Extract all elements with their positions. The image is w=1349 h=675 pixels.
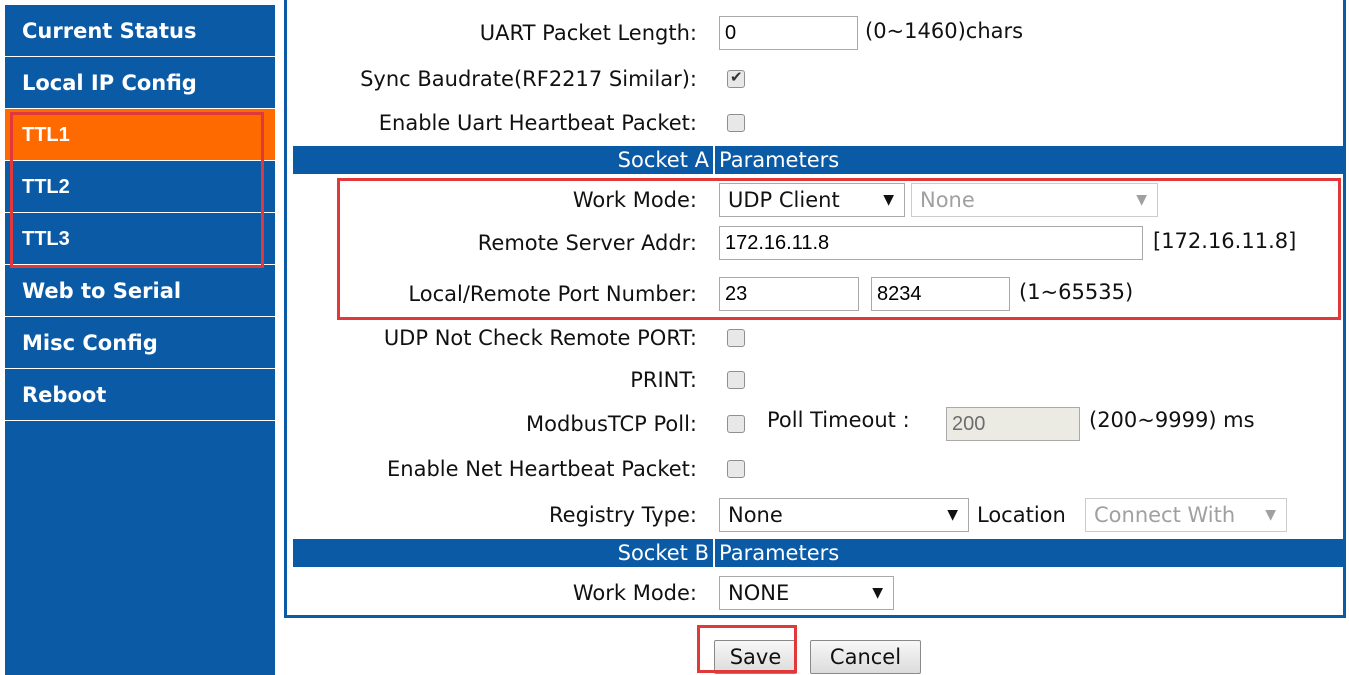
print-checkbox[interactable]	[727, 371, 745, 389]
uart-packet-length-label: UART Packet Length:	[479, 21, 697, 45]
port-number-label: Local/Remote Port Number:	[408, 282, 697, 306]
header-divider	[713, 146, 715, 174]
triangle-down-icon: ▼	[1265, 507, 1276, 523]
remote-server-current: [172.16.11.8]	[1153, 229, 1297, 253]
port-number-range: (1~65535)	[1019, 280, 1134, 304]
socket-a-work-mode-select[interactable]: UDP Client ▼	[719, 183, 905, 217]
socket-b-title: Socket B	[617, 541, 709, 565]
remote-server-row: Remote Server Addr: 172.16.11.8 [172.16.…	[287, 224, 1343, 262]
sidebar-item-current-status[interactable]: Current Status	[5, 5, 275, 57]
triangle-down-icon: ▼	[872, 585, 883, 601]
uart-packet-length-range: (0~1460)chars	[865, 19, 1024, 43]
uart-heartbeat-checkbox[interactable]	[727, 114, 745, 132]
location-select[interactable]: Connect With ▼	[1085, 498, 1287, 532]
socket-a-title: Socket A	[617, 148, 709, 172]
poll-timeout-range: (200~9999) ms	[1089, 408, 1255, 432]
net-heartbeat-row: Enable Net Heartbeat Packet:	[287, 450, 1343, 488]
triangle-down-icon: ▼	[1136, 192, 1147, 208]
uart-heartbeat-label: Enable Uart Heartbeat Packet:	[378, 111, 697, 135]
sidebar-item-ttl2[interactable]: TTL2	[5, 161, 275, 213]
sidebar-item-reboot[interactable]: Reboot	[5, 369, 275, 421]
local-port-input[interactable]: 23	[719, 277, 859, 311]
remote-port-input[interactable]: 8234	[871, 277, 1010, 311]
registry-type-row: Registry Type: None ▼ Location Connect W…	[287, 496, 1343, 534]
socket-a-secondary-value: None	[920, 188, 975, 212]
socket-b-work-mode-label: Work Mode:	[572, 581, 697, 605]
print-label: PRINT:	[630, 368, 697, 392]
socket-b-work-mode-select[interactable]: NONE ▼	[719, 576, 894, 610]
modbus-poll-label: ModbusTCP Poll:	[526, 412, 697, 436]
poll-timeout-label: Poll Timeout :	[767, 408, 910, 432]
triangle-down-icon: ▼	[947, 507, 958, 523]
registry-type-label: Registry Type:	[549, 503, 697, 527]
save-button[interactable]: Save	[714, 640, 797, 674]
socket-a-secondary-select[interactable]: None ▼	[911, 183, 1158, 217]
sync-baudrate-row: Sync Baudrate(RF2217 Similar):	[287, 60, 1343, 98]
sidebar-item-ttl1[interactable]: TTL1	[5, 109, 275, 161]
location-label: Location	[977, 503, 1066, 527]
udp-not-check-checkbox[interactable]	[727, 329, 745, 347]
uart-heartbeat-row: Enable Uart Heartbeat Packet:	[287, 104, 1343, 142]
sidebar-nav: Current Status Local IP Config TTL1 TTL2…	[5, 5, 275, 675]
net-heartbeat-label: Enable Net Heartbeat Packet:	[387, 457, 697, 481]
socket-b-work-mode-value: NONE	[728, 581, 790, 605]
socket-b-work-mode-row: Work Mode: NONE ▼	[287, 574, 1343, 612]
sidebar-item-local-ip-config[interactable]: Local IP Config	[5, 57, 275, 109]
sync-baudrate-checkbox[interactable]	[727, 68, 745, 88]
ttl-config-panel: UART Packet Length: 0 (0~1460)chars Sync…	[284, 0, 1346, 618]
registry-type-select[interactable]: None ▼	[719, 498, 969, 532]
port-number-row: Local/Remote Port Number: 23 8234 (1~655…	[287, 275, 1343, 313]
socket-b-parameters-label: Parameters	[719, 541, 840, 565]
socket-a-parameters-label: Parameters	[719, 148, 840, 172]
triangle-down-icon: ▼	[883, 192, 894, 208]
location-value: Connect With	[1094, 503, 1236, 527]
sidebar-item-misc-config[interactable]: Misc Config	[5, 317, 275, 369]
sidebar-item-web-to-serial[interactable]: Web to Serial	[5, 265, 275, 317]
header-divider	[713, 539, 715, 567]
socket-a-header: Socket A Parameters	[293, 146, 1343, 174]
socket-a-work-mode-row: Work Mode: UDP Client ▼ None ▼	[287, 181, 1343, 219]
uart-packet-length-input[interactable]: 0	[719, 16, 858, 50]
uart-packet-length-row: UART Packet Length: 0 (0~1460)chars	[287, 14, 1343, 52]
socket-b-header: Socket B Parameters	[293, 539, 1343, 567]
modbus-poll-checkbox[interactable]	[727, 415, 745, 433]
net-heartbeat-checkbox[interactable]	[727, 460, 745, 478]
registry-type-value: None	[728, 503, 783, 527]
udp-not-check-label: UDP Not Check Remote PORT:	[383, 326, 697, 350]
socket-a-work-mode-label: Work Mode:	[572, 188, 697, 212]
print-row: PRINT:	[287, 361, 1343, 399]
udp-not-check-row: UDP Not Check Remote PORT:	[287, 319, 1343, 357]
poll-timeout-input[interactable]: 200	[946, 407, 1080, 441]
remote-server-label: Remote Server Addr:	[477, 231, 697, 255]
remote-server-input[interactable]: 172.16.11.8	[719, 226, 1143, 260]
sidebar-item-ttl3[interactable]: TTL3	[5, 213, 275, 265]
socket-a-work-mode-value: UDP Client	[728, 188, 840, 212]
cancel-button[interactable]: Cancel	[810, 640, 921, 674]
sync-baudrate-label: Sync Baudrate(RF2217 Similar):	[360, 67, 697, 91]
modbus-poll-row: ModbusTCP Poll: Poll Timeout : 200 (200~…	[287, 405, 1343, 443]
